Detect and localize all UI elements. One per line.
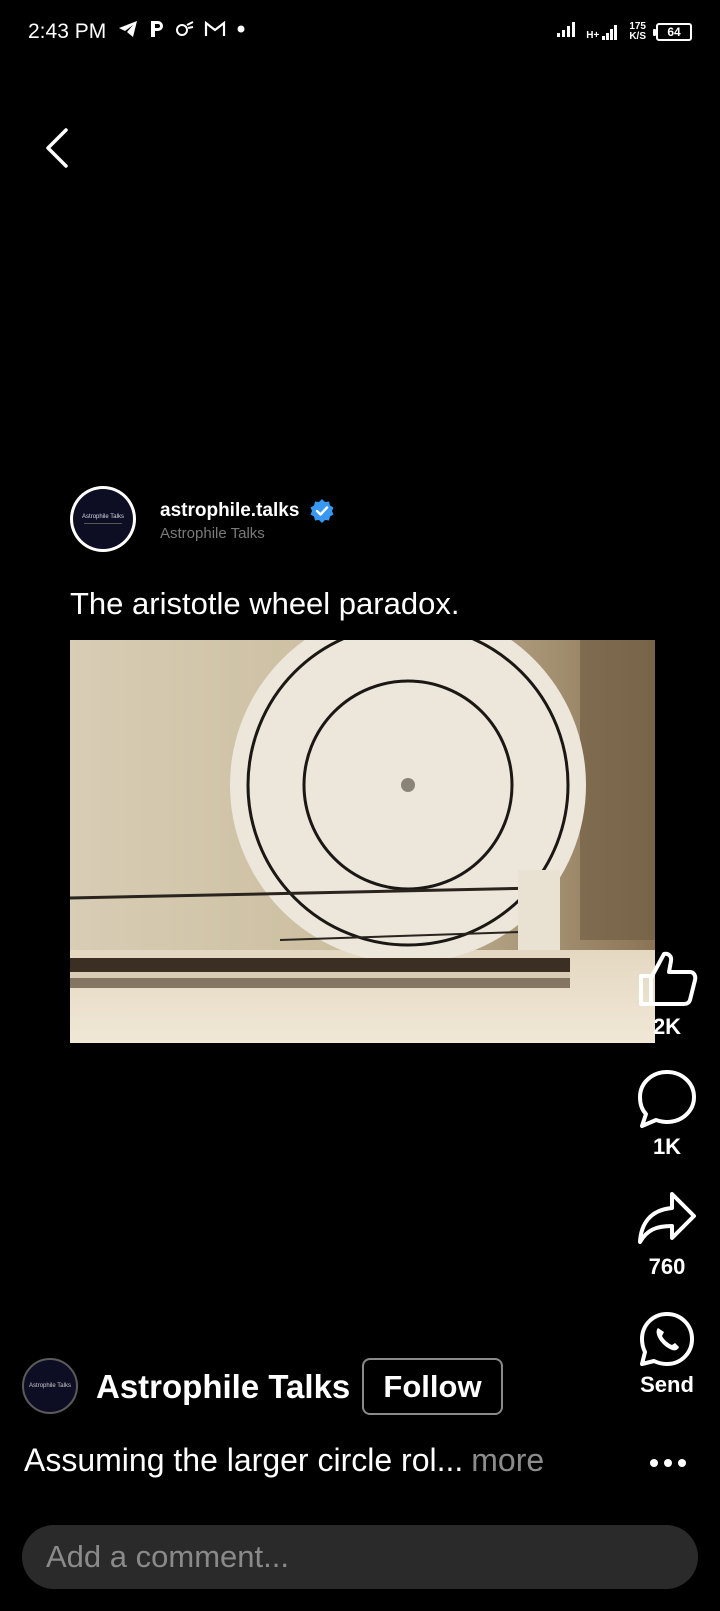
whatsapp-icon	[640, 1312, 694, 1366]
share-arrow-icon	[638, 1192, 696, 1244]
caption-more-link[interactable]: more	[471, 1442, 544, 1478]
more-dot-icon	[650, 1459, 658, 1467]
battery-icon: 64	[653, 22, 692, 41]
signal-icon	[556, 20, 576, 43]
comment-action[interactable]: 1K	[632, 1068, 702, 1160]
gmail-icon	[204, 21, 226, 37]
more-dot-icon	[678, 1459, 686, 1467]
channel-avatar[interactable]: Astrophile Talks	[22, 1358, 78, 1414]
share-count: 760	[648, 1254, 686, 1279]
paytm-icon	[148, 19, 164, 39]
network-type-label: H+	[586, 29, 600, 41]
comment-count: 1K	[652, 1134, 682, 1159]
post-avatar-logo: Astrophile Talks	[73, 489, 133, 549]
post-username-row: astrophile.talks	[160, 498, 335, 524]
wheel-video-frame	[70, 640, 655, 1043]
post-avatar-rule	[84, 523, 122, 524]
chevron-left-icon	[46, 128, 68, 168]
post-avatar[interactable]: Astrophile Talks	[70, 486, 136, 552]
notification-icons	[118, 19, 246, 39]
post-username[interactable]: astrophile.talks	[160, 500, 299, 522]
system-icons: H+ 175 K/S 64	[556, 20, 692, 43]
like-count: 2K	[652, 1014, 682, 1039]
post-text: The aristotle wheel paradox.	[70, 586, 460, 621]
net-speed: 175 K/S	[629, 21, 646, 42]
comment-bubble-icon	[638, 1070, 696, 1128]
notification-icon	[174, 21, 194, 37]
net-speed-unit: K/S	[629, 30, 646, 42]
status-time: 2:43 PM	[28, 20, 107, 43]
signal-hplus-icon: H+	[586, 23, 619, 41]
thumbs-up-icon	[639, 951, 698, 1006]
send-whatsapp-action[interactable]: Send	[632, 1310, 702, 1398]
video-player[interactable]	[70, 640, 655, 1043]
send-label: Send	[640, 1372, 694, 1397]
post-display-name: Astrophile Talks	[160, 525, 265, 542]
share-action[interactable]: 760	[632, 1188, 702, 1280]
dot-icon	[236, 24, 246, 34]
more-options-button[interactable]	[646, 1451, 690, 1475]
post-avatar-text: Astrophile Talks	[82, 514, 124, 520]
telegram-icon	[118, 20, 138, 38]
follow-button[interactable]: Follow	[362, 1358, 503, 1415]
back-button[interactable]	[36, 122, 80, 174]
like-action[interactable]: 2K	[632, 948, 702, 1040]
status-bar: 2:43 PM H+ 175 K/S 64	[0, 0, 720, 66]
caption-text: Assuming the larger circle rol...	[24, 1442, 464, 1478]
caption[interactable]: Assuming the larger circle rol... more	[24, 1442, 544, 1479]
verified-badge-icon	[310, 499, 334, 523]
channel-name[interactable]: Astrophile Talks	[96, 1368, 350, 1406]
channel-avatar-text: Astrophile Talks	[29, 1383, 71, 1389]
comment-input[interactable]	[22, 1525, 698, 1589]
more-dot-icon	[664, 1459, 672, 1467]
